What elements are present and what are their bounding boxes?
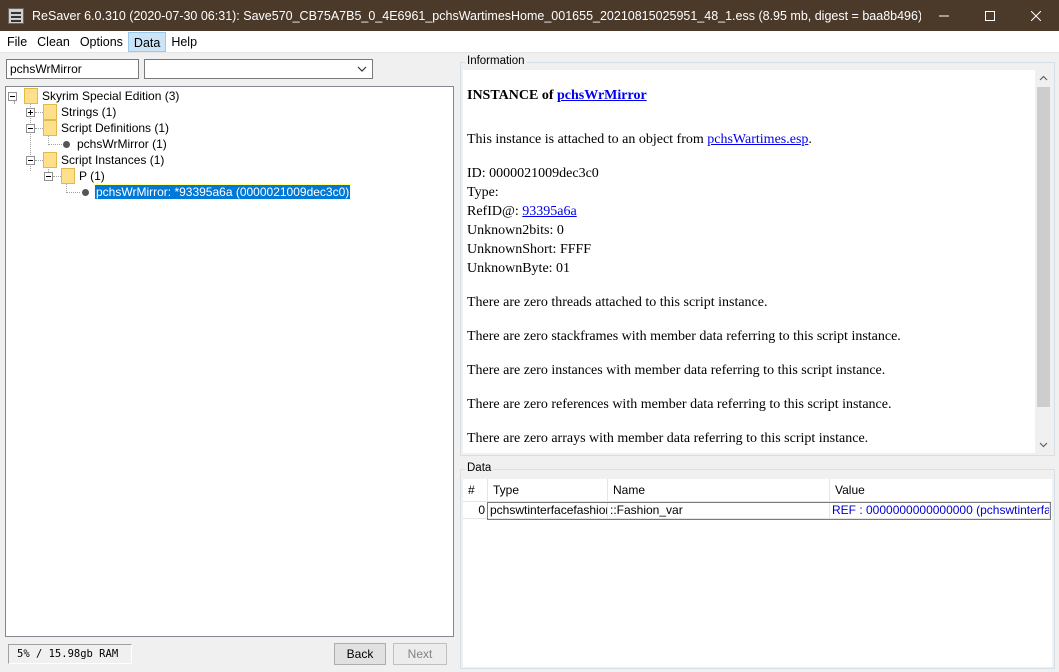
- column-header-name[interactable]: Name: [608, 479, 830, 502]
- attached-suffix: .: [808, 132, 812, 147]
- information-content: INSTANCE of pchsWrMirror This instance i…: [467, 70, 1032, 448]
- menu-options[interactable]: Options: [75, 32, 128, 52]
- close-icon: [1031, 10, 1041, 21]
- tree-node-p[interactable]: P (1): [61, 168, 106, 184]
- tree-expander-script-definitions[interactable]: [26, 124, 35, 133]
- tree-node-label: pchsWrMirror: *93395a6a (0000021009dec3c…: [93, 184, 352, 200]
- window-title: ReSaver 6.0.310 (2020-07-30 06:31): Save…: [32, 8, 921, 23]
- unknownshort: UnknownShort: FFFF: [467, 242, 592, 257]
- mod-filter-select[interactable]: [144, 59, 373, 79]
- refid-prefix: RefID@:: [467, 204, 519, 219]
- information-scrollbar[interactable]: [1035, 70, 1052, 453]
- tree-node-root[interactable]: Skyrim Special Edition (3): [24, 88, 180, 104]
- instances-info: There are zero instances with member dat…: [467, 363, 886, 378]
- tree-expander-strings[interactable]: [26, 108, 35, 117]
- maximize-icon: [985, 10, 995, 21]
- attached-prefix: This instance is attached to an object f…: [467, 132, 704, 147]
- column-header-index[interactable]: #: [463, 479, 488, 502]
- chevron-down-icon: [357, 66, 367, 72]
- refid-line: RefID@: 93395a6a: [467, 202, 1032, 221]
- folder-icon: [43, 120, 57, 136]
- instance-id: ID: 0000021009dec3c0: [467, 166, 599, 181]
- menu-clean[interactable]: Clean: [32, 32, 75, 52]
- plugin-link[interactable]: pchsWartimes.esp: [707, 132, 808, 147]
- attached-line: This instance is attached to an object f…: [467, 130, 1032, 149]
- menu-data[interactable]: Data: [127, 31, 167, 52]
- tree-node-label: Skyrim Special Edition (3): [42, 89, 180, 103]
- tree-expander-script-instances[interactable]: [26, 156, 35, 165]
- menu-help[interactable]: Help: [166, 32, 202, 52]
- next-button[interactable]: Next: [393, 643, 447, 665]
- tree-node-label: pchsWrMirror (1): [77, 137, 167, 151]
- threads-info: There are zero threads attached to this …: [467, 295, 768, 310]
- tree-node-label: Script Instances (1): [61, 153, 165, 167]
- arrays-info: There are zero arrays with member data r…: [467, 431, 869, 446]
- tree-node-strings[interactable]: Strings (1): [43, 104, 117, 120]
- folder-icon: [43, 152, 57, 168]
- minimize-icon: [939, 15, 949, 16]
- folder-icon: [24, 88, 38, 104]
- table-row[interactable]: [487, 502, 1051, 520]
- app-icon: [8, 7, 24, 24]
- references-info: There are zero references with member da…: [467, 397, 892, 412]
- close-button[interactable]: [1013, 0, 1059, 31]
- tree-node-label: Strings (1): [61, 105, 117, 119]
- instance-script-link[interactable]: pchsWrMirror: [557, 88, 647, 103]
- menu-file[interactable]: File: [2, 32, 32, 52]
- minimize-button[interactable]: [921, 0, 967, 31]
- tree-node-label: Script Definitions (1): [61, 121, 170, 135]
- tree-node-script-definition-item[interactable]: pchsWrMirror (1): [63, 136, 168, 152]
- leaf-icon: [63, 140, 70, 148]
- scroll-up-icon[interactable]: [1039, 74, 1048, 83]
- scroll-down-icon[interactable]: [1039, 440, 1048, 449]
- column-header-value[interactable]: Value: [830, 479, 1052, 502]
- tree-expander-root[interactable]: [8, 92, 17, 101]
- data-table[interactable]: # Type Name Value 0 pchswtinterfacefashi…: [463, 479, 1052, 667]
- tree-node-selected-instance[interactable]: pchsWrMirror: *93395a6a (0000021009dec3c…: [82, 184, 352, 200]
- column-header-type[interactable]: Type: [488, 479, 608, 502]
- information-legend: Information: [465, 55, 527, 67]
- instance-heading: INSTANCE of pchsWrMirror: [467, 86, 1032, 105]
- scroll-thumb[interactable]: [1037, 87, 1050, 407]
- instance-type: Type:: [467, 185, 499, 200]
- tree-expander-p[interactable]: [44, 172, 53, 181]
- title-bar: ReSaver 6.0.310 (2020-07-30 06:31): Save…: [0, 0, 1059, 31]
- tree-node-script-definitions[interactable]: Script Definitions (1): [43, 120, 170, 136]
- back-button[interactable]: Back: [334, 643, 386, 665]
- folder-icon: [61, 168, 75, 184]
- unknownbyte: UnknownByte: 01: [467, 261, 571, 276]
- data-legend: Data: [465, 462, 494, 474]
- filter-input[interactable]: [6, 59, 139, 79]
- unknown2bits: Unknown2bits: 0: [467, 223, 564, 238]
- table-cell-index: 0: [463, 502, 488, 519]
- panel-splitter[interactable]: [456, 54, 459, 672]
- ram-status: 5% / 15.98gb RAM: [8, 644, 132, 664]
- tree-node-label: P (1): [79, 169, 105, 183]
- tree-node-script-instances[interactable]: Script Instances (1): [43, 152, 165, 168]
- stackframes-info: There are zero stackframes with member d…: [467, 329, 901, 344]
- maximize-button[interactable]: [967, 0, 1013, 31]
- folder-icon: [43, 104, 57, 120]
- leaf-icon: [82, 188, 89, 196]
- refid-link[interactable]: 93395a6a: [522, 204, 576, 219]
- heading-prefix: INSTANCE of: [467, 88, 554, 103]
- tree-view[interactable]: Skyrim Special Edition (3) Strings (1) S…: [5, 86, 454, 637]
- menu-bar: File Clean Options Data Help: [0, 31, 1059, 53]
- information-view[interactable]: INSTANCE of pchsWrMirror This instance i…: [463, 70, 1052, 453]
